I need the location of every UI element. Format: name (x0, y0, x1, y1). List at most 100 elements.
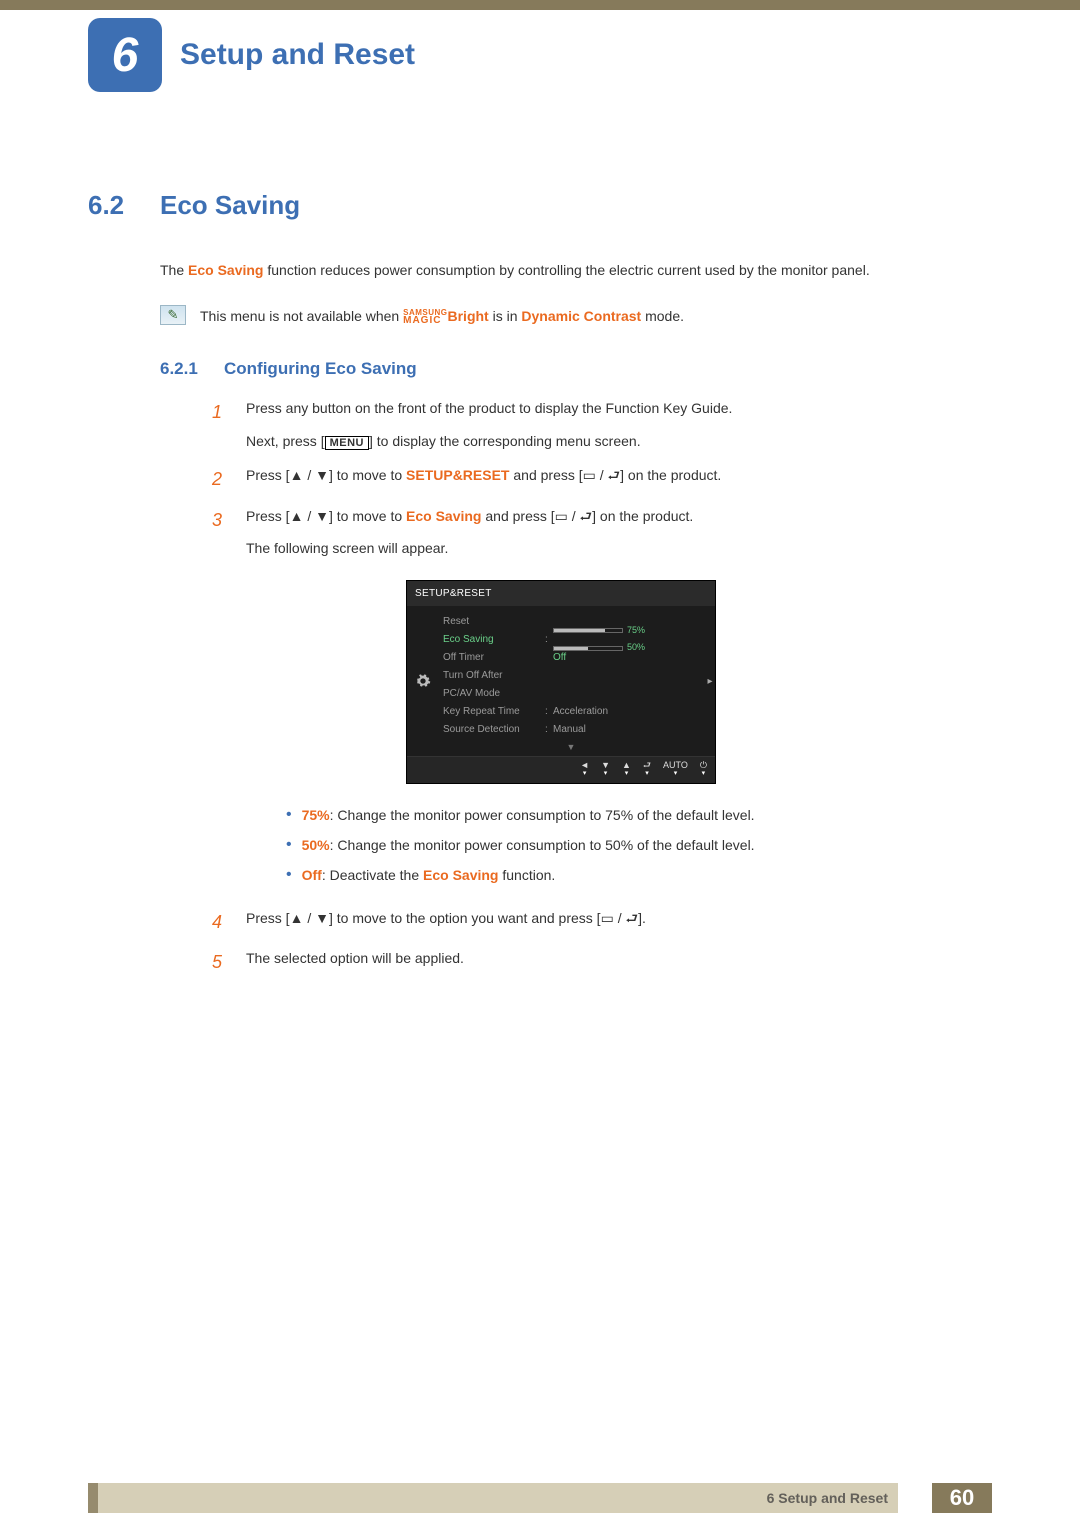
osd-down-icon: ▼▾ (601, 761, 610, 777)
step-2: 2 Press [▲ / ▼] to move to SETUP&RESET a… (212, 464, 988, 495)
step1b-pre: Next, press [ (246, 433, 325, 449)
intro-pre: The (160, 262, 188, 278)
bullet-dot-icon: • (286, 834, 292, 856)
step-3: 3 Press [▲ / ▼] to move to Eco Saving an… (212, 505, 988, 897)
step1b: Next, press [MENU] to display the corres… (246, 430, 988, 454)
intro-highlight: Eco Saving (188, 262, 263, 278)
osd-item-turnoff: Turn Off After (443, 667, 545, 684)
osd-arrow-right-icon: ▸ (705, 606, 715, 755)
step3-pre: Press [ (246, 508, 290, 524)
step-number: 3 (212, 505, 226, 536)
osd-item-offtimer: Off Timer (443, 649, 545, 666)
osd-enter-icon: ⮐▾ (643, 761, 651, 777)
step1b-post: ] to display the corresponding menu scre… (369, 433, 641, 449)
osd-man: Manual (553, 721, 699, 738)
steps-list: 1 Press any button on the front of the p… (212, 397, 988, 978)
b2-text: : Change the monitor power consumption t… (330, 837, 755, 853)
bullet-dot-icon: • (286, 804, 292, 826)
enter-icon: ▭ / ⮐ (583, 467, 621, 483)
subsection-number: 6.2.1 (160, 359, 210, 379)
osd-nav-down-icon: ▼ (443, 740, 699, 755)
step4-pre: Press [ (246, 910, 290, 926)
osd-bottom-bar: ◄▾ ▼▾ ▲▾ ⮐▾ AUTO▾ ⏻▾ (407, 756, 715, 783)
step3-target: Eco Saving (406, 508, 481, 524)
step3-post: ] on the product. (592, 508, 693, 524)
gear-icon (415, 673, 431, 689)
step2-post: ] on the product. (620, 467, 721, 483)
step2-body: Press [▲ / ▼] to move to SETUP&RESET and… (246, 464, 988, 488)
step-5: 5 The selected option will be applied. (212, 947, 988, 978)
note-row: ✎ This menu is not available when SAMSUN… (160, 305, 988, 329)
b3-a: : Deactivate the (322, 867, 423, 883)
b2-hl: 50% (302, 837, 330, 853)
samsung-magic-logo: SAMSUNGMAGIC (403, 309, 447, 325)
step-number: 5 (212, 947, 226, 978)
osd-item-eco: Eco Saving (443, 631, 545, 648)
bullet-50: • 50%: Change the monitor power consumpti… (286, 834, 988, 856)
osd-off: Off (553, 649, 699, 666)
step3-mid1: ] to move to (329, 508, 406, 524)
step-number: 1 (212, 397, 226, 428)
step2-mid2: and press [ (509, 467, 582, 483)
note-pre: This menu is not available when (200, 308, 403, 324)
osd-75: 75% (627, 623, 645, 638)
brand-bot: MAGIC (403, 315, 441, 326)
osd-auto: AUTO▾ (663, 761, 688, 777)
osd-acc: Acceleration (553, 703, 699, 720)
footer-bar: 6 Setup and Reset (88, 1483, 898, 1513)
osd-title: SETUP&RESET (407, 581, 715, 606)
footer-accent (88, 1483, 98, 1513)
osd-auto-label: AUTO (663, 761, 688, 770)
menu-key: MENU (325, 436, 369, 450)
b3-eco: Eco Saving (423, 867, 498, 883)
option-bullets: • 75%: Change the monitor power consumpti… (286, 804, 988, 887)
chapter-banner: 6 Setup and Reset (88, 18, 415, 92)
note-icon: ✎ (160, 305, 186, 325)
step3-line1: Press [▲ / ▼] to move to Eco Saving and … (246, 505, 988, 529)
intro-paragraph: The Eco Saving function reduces power co… (160, 259, 988, 283)
page-footer: 6 Setup and Reset 60 (0, 1483, 1080, 1527)
bullet-75: • 75%: Change the monitor power consumpti… (286, 804, 988, 826)
step3-mid2: and press [ (481, 508, 554, 524)
step2-target: SETUP&RESET (406, 467, 509, 483)
note-text: This menu is not available when SAMSUNGM… (200, 305, 684, 329)
note-post: mode. (641, 308, 684, 324)
step2-pre: Press [ (246, 467, 290, 483)
osd-item-srcdet: Source Detection (443, 721, 545, 738)
b3-hl: Off (302, 867, 322, 883)
step-number: 4 (212, 907, 226, 938)
subsection-title: Configuring Eco Saving (224, 359, 417, 379)
b1-text: : Change the monitor power consumption t… (330, 807, 755, 823)
footer-text: 6 Setup and Reset (767, 1490, 888, 1506)
step-number: 2 (212, 464, 226, 495)
step-1: 1 Press any button on the front of the p… (212, 397, 988, 455)
note-mid: is in (489, 308, 522, 324)
updown-icon: ▲ / ▼ (290, 508, 329, 524)
step3-tail: The following screen will appear. (246, 537, 988, 561)
enter-icon: ▭ / ⮐ (555, 508, 593, 524)
osd-back-icon: ◄▾ (580, 761, 589, 777)
updown-icon: ▲ / ▼ (290, 910, 329, 926)
bullet-dot-icon: • (286, 864, 292, 886)
chapter-title: Setup and Reset (180, 38, 415, 72)
step4-body: Press [▲ / ▼] to move to the option you … (246, 907, 988, 931)
section-content: 6.2 Eco Saving The Eco Saving function r… (88, 190, 988, 988)
subsection-heading: 6.2.1 Configuring Eco Saving (160, 359, 988, 379)
osd-power-icon: ⏻▾ (700, 761, 707, 777)
osd-up-icon: ▲▾ (622, 761, 631, 777)
updown-icon: ▲ / ▼ (290, 467, 329, 483)
step4-mid: ] to move to the option you want and pre… (329, 910, 601, 926)
osd-item-reset: Reset (443, 613, 545, 630)
b1-hl: 75% (302, 807, 330, 823)
dynamic-contrast-label: Dynamic Contrast (521, 308, 641, 324)
top-accent-bar (0, 0, 1080, 10)
chapter-number-box: 6 (88, 18, 162, 92)
b3-b: function. (498, 867, 555, 883)
osd-item-pcav: PC/AV Mode (443, 685, 545, 702)
enter-icon: ▭ / ⮐ (601, 910, 639, 926)
osd-item-keyrep: Key Repeat Time (443, 703, 545, 720)
osd-left-rail (407, 606, 439, 755)
section-heading: 6.2 Eco Saving (88, 190, 988, 221)
step-4: 4 Press [▲ / ▼] to move to the option yo… (212, 907, 988, 938)
section-number: 6.2 (88, 190, 138, 221)
